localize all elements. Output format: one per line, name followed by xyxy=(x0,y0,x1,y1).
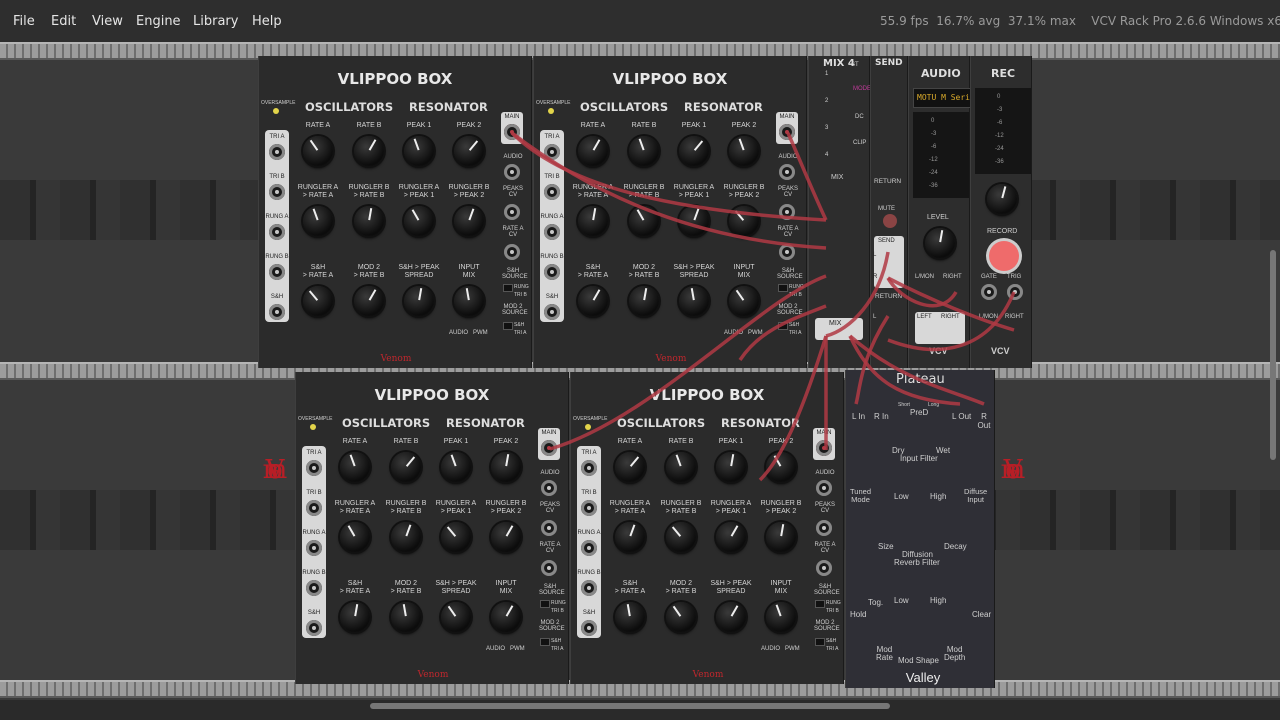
patch-cable[interactable] xyxy=(510,131,827,222)
patch-cable[interactable] xyxy=(786,132,828,221)
patch-cable[interactable] xyxy=(758,335,828,482)
patch-cable[interactable] xyxy=(825,251,890,338)
patch-cables xyxy=(510,131,1016,482)
patch-cable[interactable] xyxy=(510,131,827,250)
vertical-scrollbar[interactable] xyxy=(1270,250,1276,460)
patch-cable[interactable] xyxy=(549,274,827,451)
horizontal-scrollbar[interactable] xyxy=(370,703,890,709)
patch-cable[interactable] xyxy=(738,304,827,361)
